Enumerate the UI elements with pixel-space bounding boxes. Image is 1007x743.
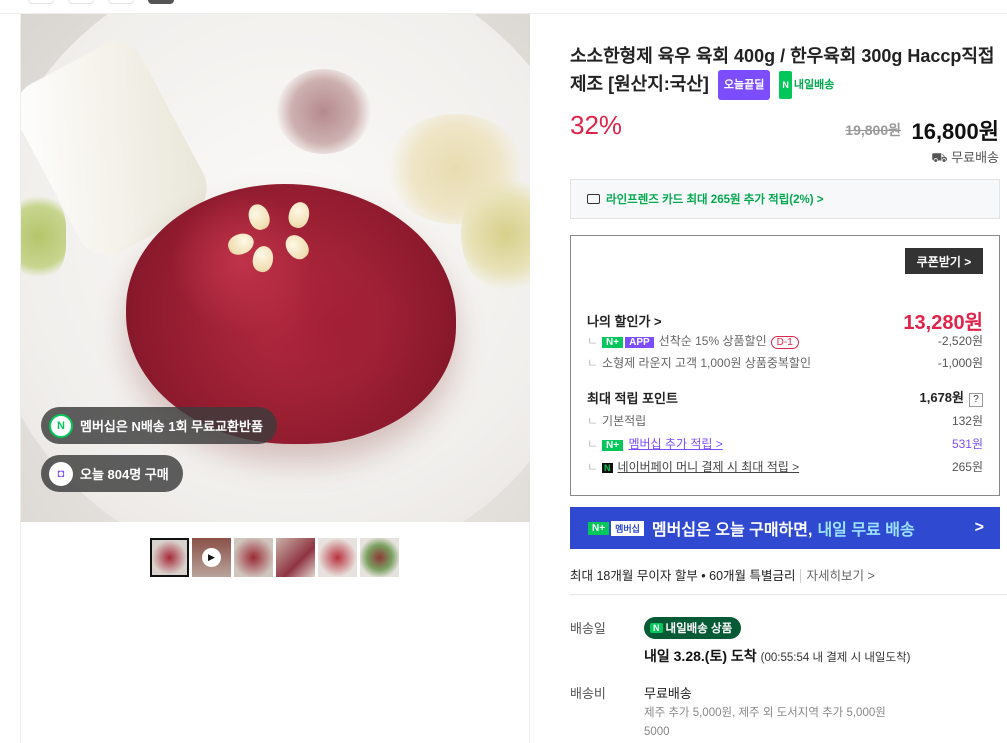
points-total: 1,678원 [919, 390, 965, 405]
banner-highlight: 내일 무료 배송 [817, 522, 915, 539]
thumbnail-video[interactable]: ▶ [192, 538, 231, 577]
banner-text: 멤버십은 오늘 구매하면, [651, 522, 813, 539]
delivery-fee-value: 무료배송 [644, 686, 692, 701]
first-come-amount: -2,520원 [937, 334, 983, 348]
npay-points-row: ㄴ N 네이버페이 머니 결제 시 최대 적립 > 265원 [587, 460, 983, 474]
installment-info: 최대 18개월 무이자 할부 • 60개월 특별금리 자세히보기 > [570, 565, 875, 584]
nplus-badge: N+ [588, 521, 610, 535]
member-points-row: ㄴ N+ 멤버십 추가 적립 > 531원 [587, 437, 983, 451]
top-strip [0, 0, 1007, 14]
card-promo-box[interactable]: 라인프렌즈 카드 최대 265원 추가 적립(2%) > [570, 179, 1000, 219]
naver-n-icon: N [779, 71, 792, 99]
delivery-date-note: (00:55:54 내 결제 시 내일도착) [760, 652, 911, 664]
shipping-info: ⛟ 무료배송 [931, 147, 999, 168]
today-deal-badge: 오늘끝딜 [717, 70, 771, 100]
points-row: 최대 적립 포인트 1,678원? [587, 387, 983, 407]
app-badge: APP [625, 337, 654, 348]
wasabi-garnish [21, 194, 66, 279]
membership-badge: 멤버십 [611, 520, 644, 536]
thumbnail-3[interactable] [234, 538, 273, 577]
membership-banner[interactable]: N+ 멤버십 멤버십은 오늘 구매하면, 내일 무료 배송 > [570, 507, 1000, 549]
gallery-panel: N 멤버십은 N배송 1회 무료교환반품 ◘ 오늘 804명 구매 ▶ [20, 14, 530, 743]
delivery-fee-extra: 제주 추가 5,000원, 제주 외 도서지역 추가 5,000원 5000 [644, 704, 934, 742]
chevron-right-icon: > [974, 519, 984, 536]
shipping-text: 무료배송 [951, 150, 999, 165]
naver-n-icon: N [650, 623, 663, 633]
thumbnail-5[interactable] [318, 538, 357, 577]
shopping-bag-icon: ◘ [49, 461, 73, 486]
delivery-fee-label: 배송비 [570, 686, 606, 701]
truck-icon: ⛟ [931, 150, 952, 165]
nplus-badge: N+ [602, 337, 624, 348]
npay-icon: N [602, 463, 613, 473]
discount-rate: 32% [570, 110, 623, 140]
purchases-pill: ◘ 오늘 804명 구매 [41, 455, 183, 492]
top-tab[interactable] [108, 0, 134, 4]
delivery-fee-extra-amount: 5000 [644, 726, 670, 738]
membership-pill-text: 멤버십은 N배송 1회 무료교환반품 [80, 419, 263, 434]
sale-price: 16,800원 [911, 119, 999, 144]
top-tab[interactable] [68, 0, 94, 4]
my-price-value: 13,280원 [903, 312, 983, 334]
member-points-link[interactable]: 멤버십 추가 적립 > [628, 437, 722, 451]
tomorrow-delivery-product-badge: N 내일배송 상품 [644, 617, 742, 639]
points-label: 최대 적립 포인트 [587, 390, 678, 406]
play-icon: ▶ [202, 548, 221, 567]
installment-text: 최대 18개월 무이자 할부 • 60개월 특별금리 [570, 569, 796, 583]
get-coupon-button[interactable]: 쿠폰받기 > [905, 248, 983, 274]
first-come-label: 선착순 15% 상품할인 [658, 334, 767, 348]
npay-points-link[interactable]: 네이버페이 머니 결제 시 최대 적립 > [618, 460, 800, 474]
basic-points-amount: 132원 [951, 414, 983, 428]
basic-points-label: 기본적립 [602, 414, 647, 428]
thumbnail-strip: ▶ [150, 538, 399, 577]
first-come-row: ㄴ N+ APP 선착순 15% 상품할인 D-1 -2,520원 [587, 334, 983, 349]
original-price: 19,800원 [845, 122, 901, 138]
top-tab-active[interactable] [148, 0, 174, 4]
my-price-label[interactable]: 나의 할인가 > [587, 311, 662, 330]
top-tab[interactable] [28, 0, 54, 4]
product-title: 소소한형제 육우 육회 400g / 한우육회 300g Haccp직접제조 [… [570, 42, 1002, 100]
thumbnail-6[interactable] [360, 538, 399, 577]
nplus-badge: N+ [602, 440, 624, 451]
divider [570, 594, 1007, 595]
credit-card-icon [587, 194, 600, 204]
loyal-row: ㄴ 소형제 라운지 고객 1,000원 상품중복할인 -1,000원 [587, 356, 983, 370]
membership-pill: N 멤버십은 N배송 1회 무료교환반품 [41, 407, 277, 444]
discount-panel: 쿠폰받기 > 나의 할인가 > 13,280원 ㄴ N+ APP 선착순 15% 상품… [570, 235, 1000, 496]
purchases-pill-text: 오늘 804명 구매 [80, 467, 169, 482]
card-promo-text: 라인프렌즈 카드 최대 265원 추가 적립(2%) > [606, 194, 824, 206]
loyal-label: 소형제 라운지 고객 1,000원 상품중복할인 [602, 356, 812, 370]
sprout-garnish [276, 69, 371, 154]
product-main-image[interactable]: N 멤버십은 N배송 1회 무료교환반품 ◘ 오늘 804명 구매 [21, 14, 530, 522]
dday-badge: D-1 [770, 336, 799, 349]
thumbnail-1[interactable] [150, 538, 189, 577]
delivery-date: 내일 3.28.(토) 도착 (00:55:54 내 결제 시 내일도착) [644, 646, 911, 666]
delivery-badge-text: 내일배송 상품 [665, 623, 733, 635]
delivery-date-text: 내일 3.28.(토) 도착 [644, 648, 757, 664]
delivery-date-label: 배송일 [570, 621, 606, 636]
thumbnail-4[interactable] [276, 538, 315, 577]
delivery-fee-extra-text: 제주 추가 5,000원, 제주 외 도서지역 추가 5,000원 [644, 707, 886, 719]
help-icon[interactable]: ? [969, 393, 983, 407]
member-points-amount: 531원 [951, 437, 983, 451]
naver-n-icon: N [49, 413, 73, 438]
npay-points-amount: 265원 [951, 460, 983, 474]
my-price-row: 나의 할인가 > 13,280원 [587, 306, 983, 335]
tomorrow-delivery-badge: N 내일배송 [779, 71, 834, 99]
loyal-amount: -1,000원 [937, 356, 983, 370]
basic-points-row: ㄴ 기본적립 132원 [587, 414, 983, 428]
installment-more-link[interactable]: 자세히보기 > [799, 569, 875, 583]
tomorrow-delivery-text: 내일배송 [793, 79, 835, 91]
